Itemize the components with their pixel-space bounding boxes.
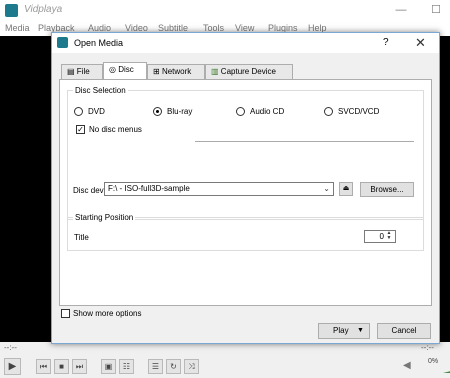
blu-ray-radio[interactable]: [153, 107, 162, 116]
dialog-title: Open Media: [74, 38, 124, 48]
previous-icon[interactable]: ⏮: [36, 359, 51, 374]
tab-capture-device[interactable]: ▥ Capture Device: [205, 64, 293, 80]
no-disc-menus-label: No disc menus: [89, 125, 142, 134]
remaining-time: --:--: [421, 343, 434, 352]
show-more-options-checkbox[interactable]: [61, 309, 70, 318]
eject-icon: ⏏: [342, 185, 350, 192]
dvd-label: DVD: [88, 107, 105, 116]
title-label: Title: [74, 233, 89, 242]
svcd-vcd-radio[interactable]: [324, 107, 333, 116]
dialog-title-bar: Open Media ? ✕: [52, 33, 439, 53]
playlist-icon[interactable]: ☰: [148, 359, 163, 374]
disc-icon: ◎: [109, 65, 116, 74]
fullscreen-icon[interactable]: ▣: [101, 359, 116, 374]
browse-button[interactable]: Browse...: [360, 182, 414, 197]
audio-cd-label: Audio CD: [250, 107, 285, 116]
dvd-radio[interactable]: [74, 107, 83, 116]
tab-file[interactable]: ▤ File: [61, 64, 103, 80]
volume-slider[interactable]: [415, 366, 450, 373]
next-icon[interactable]: ⏭: [72, 359, 87, 374]
tab-network[interactable]: ⊞ Network: [147, 64, 205, 80]
tab-file-label: File: [76, 67, 90, 76]
maximize-button[interactable]: ☐: [427, 2, 445, 18]
network-icon: ⊞: [153, 67, 160, 76]
show-more-options-label: Show more options: [73, 309, 142, 318]
no-disc-menus-checkbox[interactable]: ✓: [76, 125, 85, 134]
menu-media[interactable]: Media: [5, 23, 30, 33]
disc-device-combobox[interactable]: F:\ - ISO-full3D-sample ⌄: [104, 182, 334, 196]
stop-icon[interactable]: ■: [54, 359, 69, 374]
chevron-down-icon: ⌄: [323, 184, 330, 193]
eject-button[interactable]: ⏏: [339, 182, 353, 196]
disc-device-value: F:\ - ISO-full3D-sample: [108, 184, 190, 193]
disc-panel: Disc Selection DVD Blu-ray Audio CD SVCD…: [59, 79, 432, 306]
volume-level: 0%: [428, 358, 439, 365]
shuffle-icon[interactable]: ⤨: [184, 359, 199, 374]
speaker-icon[interactable]: ◀: [403, 360, 411, 371]
blu-ray-label: Blu-ray: [167, 107, 193, 116]
help-button[interactable]: ?: [383, 37, 389, 48]
elapsed-time: --:--: [4, 343, 17, 352]
capture-device-icon: ▥: [211, 67, 219, 76]
loop-icon[interactable]: ↻: [166, 359, 181, 374]
extended-settings-icon[interactable]: ☷: [119, 359, 134, 374]
seek-bar[interactable]: --:-- --:--: [0, 342, 450, 356]
dialog-logo-icon: [57, 37, 68, 48]
play-button[interactable]: Play ▼: [318, 323, 370, 339]
separator: [195, 141, 414, 142]
tab-capture-device-label: Capture Device: [220, 67, 276, 76]
file-icon: ▤: [67, 67, 75, 76]
starting-position-label: Starting Position: [73, 213, 136, 222]
play-button-label: Play: [333, 326, 349, 335]
cancel-button[interactable]: Cancel: [377, 323, 431, 339]
tab-network-label: Network: [161, 67, 192, 76]
disc-selection-label: Disc Selection: [73, 86, 128, 95]
open-media-dialog: Open Media ? ✕ ▤ File ◎ Disc ⊞ Network ▥…: [51, 32, 440, 344]
audio-cd-radio[interactable]: [236, 107, 245, 116]
app-title: Vidplaya: [24, 4, 63, 15]
minimize-button[interactable]: —: [392, 2, 410, 18]
control-bar: ▶ ⏮ ■ ⏭ ▣ ☷ ☰ ↻ ⤨ ◀ 0%: [0, 356, 450, 378]
dialog-close-button[interactable]: ✕: [415, 35, 426, 51]
app-title-bar: Vidplaya — ☐: [0, 0, 450, 21]
tab-disc-label: Disc: [118, 65, 134, 74]
svcd-vcd-label: SVCD/VCD: [338, 107, 380, 116]
app-logo-icon: [5, 4, 18, 17]
play-icon[interactable]: ▶: [4, 358, 21, 375]
play-dropdown-arrow-icon[interactable]: ▼: [357, 324, 364, 338]
spin-arrows-icon[interactable]: ▲ ▼: [385, 231, 393, 242]
